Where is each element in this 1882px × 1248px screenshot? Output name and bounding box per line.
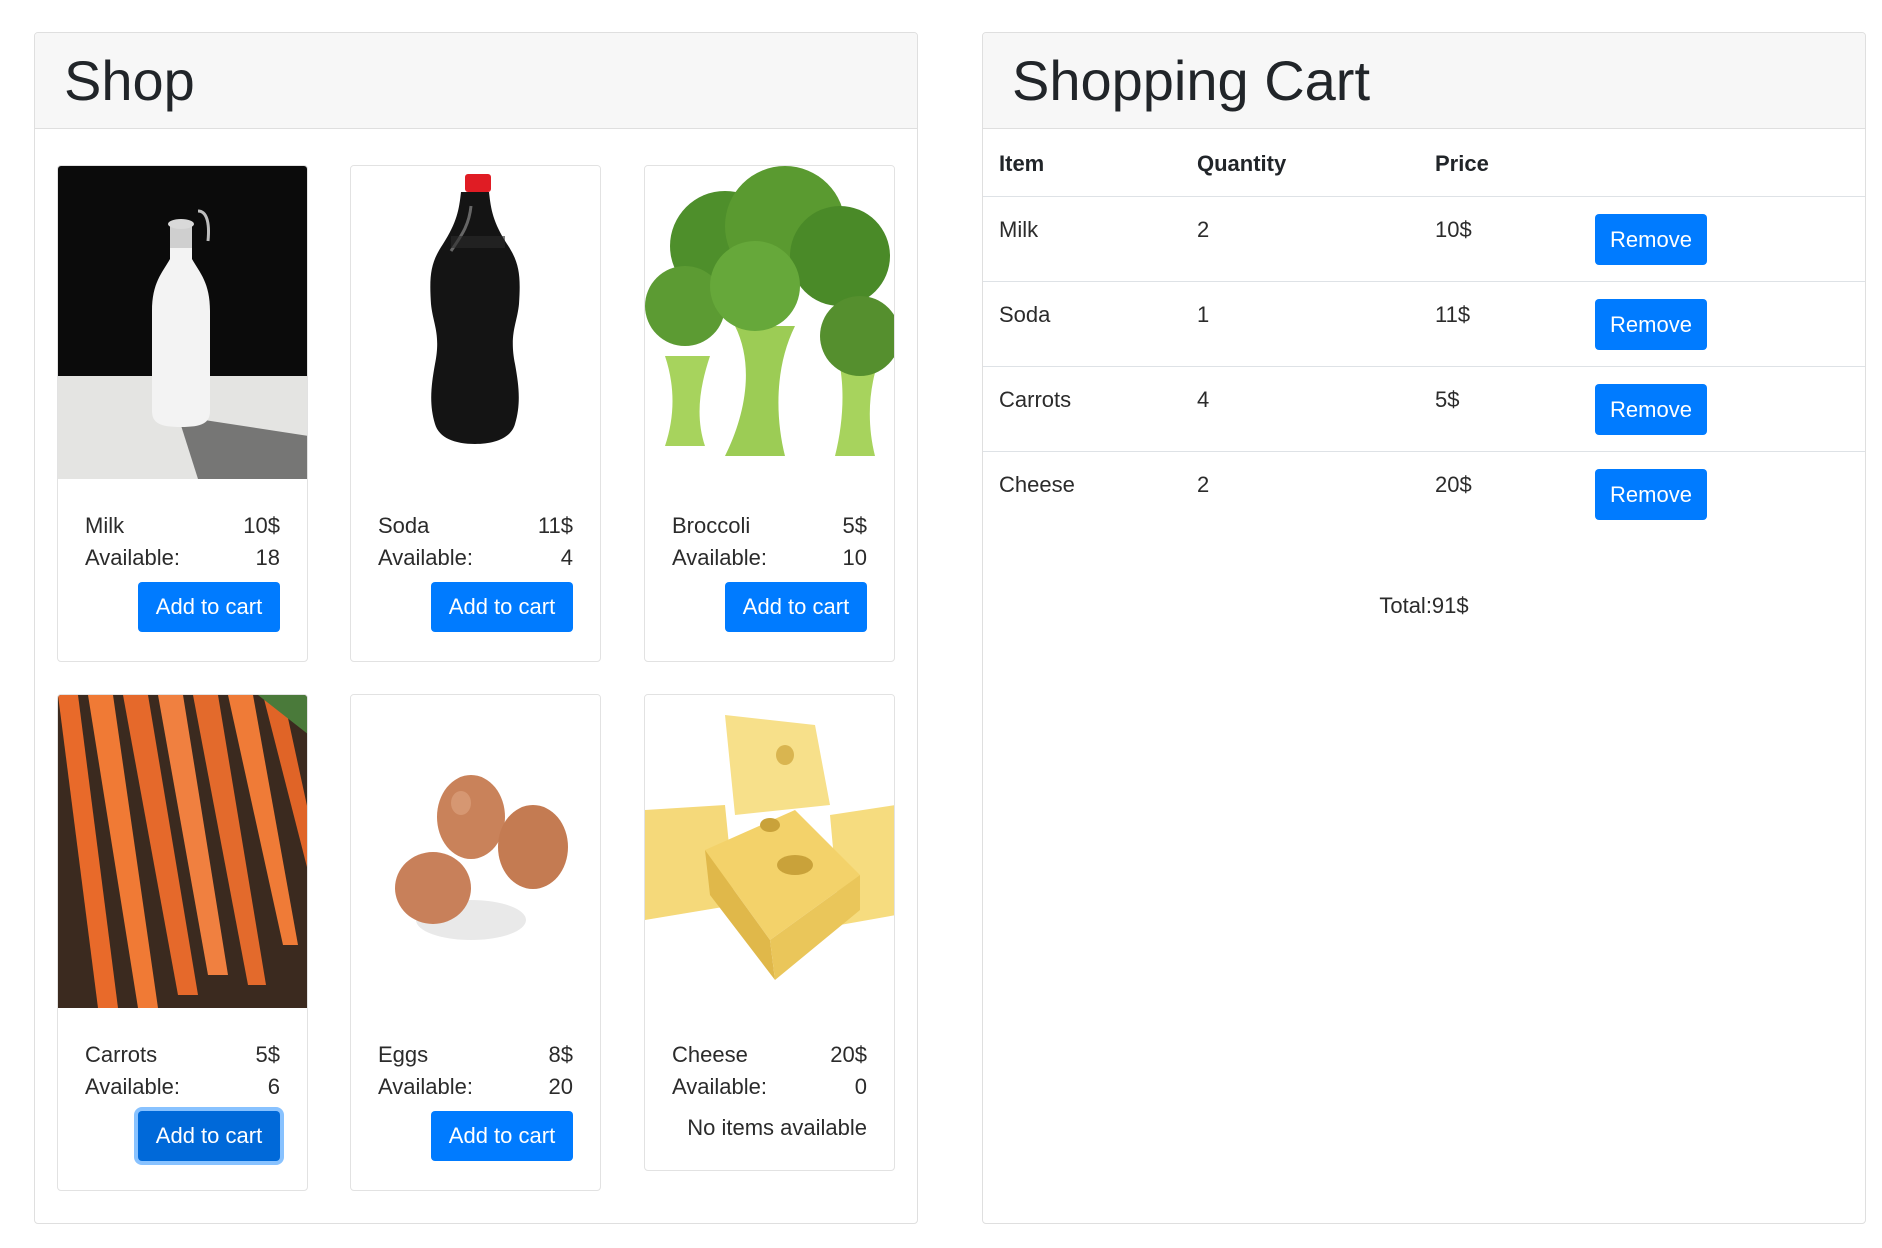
shop-title: Shop	[64, 49, 195, 112]
product-availability-row: Available: 20	[378, 1074, 573, 1104]
cart-item-name: Cheese	[999, 472, 1075, 497]
add-to-cart-button-carrots[interactable]: Add to cart	[138, 1111, 280, 1161]
cart-item-name: Milk	[999, 217, 1039, 242]
available-label: Available:	[85, 1074, 180, 1099]
remove-button-soda[interactable]: Remove	[1595, 299, 1707, 350]
cheese-image	[645, 695, 894, 1008]
cart-row: Carrots 4 5$ Remove	[983, 367, 1865, 452]
cart-total: Total:91$	[1379, 593, 1469, 618]
cart-row: Milk 2 10$ Remove	[983, 197, 1865, 282]
product-availability-row: Available: 4	[378, 545, 573, 575]
milk-bottle-image	[58, 166, 307, 479]
available-count: 10	[842, 545, 867, 570]
product-card-carrots: Carrots 5$ Available: 6 Add to cart	[57, 694, 308, 1191]
product-name-price-row: Cheese 20$	[672, 1042, 867, 1072]
remove-button-cheese[interactable]: Remove	[1595, 469, 1707, 520]
product-card-cheese: Cheese 20$ Available: 0 No items availab…	[644, 694, 895, 1171]
cart-item-price: 10$	[1435, 217, 1472, 242]
product-name-price-row: Soda 11$	[378, 513, 573, 543]
available-label: Available:	[672, 1074, 767, 1099]
shop-header: Shop	[35, 33, 917, 129]
cart-table-header: Item Quantity Price	[983, 129, 1865, 197]
cart-item-quantity: 4	[1197, 387, 1210, 412]
shop-panel: Shop Milk 10$ Available: 18 Add to cart	[34, 32, 918, 1224]
product-card-eggs: Eggs 8$ Available: 20 Add to cart	[350, 694, 601, 1191]
no-items-message: No items available	[687, 1115, 867, 1140]
product-card-broccoli: Broccoli 5$ Available: 10 Add to cart	[644, 165, 895, 662]
product-name-price-row: Broccoli 5$	[672, 513, 867, 543]
cart-table: Item Quantity Price Milk 2 10$ Remove So…	[983, 129, 1865, 536]
cart-item-quantity: 2	[1197, 472, 1210, 497]
cart-item-quantity: 1	[1197, 302, 1210, 327]
cart-item-price: 5$	[1435, 387, 1460, 412]
product-availability-row: Available: 6	[85, 1074, 280, 1104]
available-label: Available:	[672, 545, 767, 570]
product-name: Broccoli	[672, 513, 751, 538]
cart-item-price: 20$	[1435, 472, 1472, 497]
cart-row: Soda 1 11$ Remove	[983, 282, 1865, 367]
product-name-price-row: Carrots 5$	[85, 1042, 280, 1072]
product-name: Soda	[378, 513, 430, 538]
product-price: 11$	[537, 513, 573, 538]
product-price: 5$	[255, 1042, 280, 1067]
product-card-soda: Soda 11$ Available: 4 Add to cart	[350, 165, 601, 662]
available-label: Available:	[85, 545, 180, 570]
add-to-cart-button-broccoli[interactable]: Add to cart	[725, 582, 867, 632]
carrots-image	[58, 695, 307, 1008]
available-label: Available:	[378, 545, 473, 570]
add-to-cart-button-soda[interactable]: Add to cart	[431, 582, 573, 632]
product-name: Eggs	[378, 1042, 429, 1067]
available-label: Available:	[378, 1074, 473, 1099]
product-availability-row: Available: 0	[672, 1074, 867, 1104]
available-count: 6	[267, 1074, 280, 1099]
remove-button-carrots[interactable]: Remove	[1595, 384, 1707, 435]
cart-item-price: 11$	[1435, 302, 1471, 327]
product-name: Carrots	[85, 1042, 158, 1067]
cart-header: Shopping Cart	[983, 33, 1865, 129]
product-name: Cheese	[672, 1042, 748, 1067]
product-availability-row: Available: 10	[672, 545, 867, 575]
product-name: Milk	[85, 513, 125, 538]
add-to-cart-button-milk[interactable]: Add to cart	[138, 582, 280, 632]
available-count: 18	[255, 545, 280, 570]
column-header-quantity: Quantity	[1197, 151, 1287, 176]
product-price: 10$	[243, 513, 280, 538]
eggs-image	[351, 695, 600, 1008]
product-card-milk: Milk 10$ Available: 18 Add to cart	[57, 165, 308, 662]
cart-item-name: Carrots	[999, 387, 1072, 412]
product-name-price-row: Eggs 8$	[378, 1042, 573, 1072]
product-availability-row: Available: 18	[85, 545, 280, 575]
cart-title: Shopping Cart	[1012, 49, 1371, 112]
broccoli-image	[645, 166, 894, 479]
cart-item-quantity: 2	[1197, 217, 1210, 242]
cart-row: Cheese 2 20$ Remove	[983, 452, 1865, 536]
available-count: 20	[548, 1074, 573, 1099]
cart-item-name: Soda	[999, 302, 1051, 327]
product-price: 8$	[548, 1042, 573, 1067]
product-price: 20$	[830, 1042, 867, 1067]
remove-button-milk[interactable]: Remove	[1595, 214, 1707, 265]
available-count: 0	[854, 1074, 867, 1099]
add-to-cart-button-eggs[interactable]: Add to cart	[431, 1111, 573, 1161]
cart-panel: Shopping Cart Item Quantity Price Milk 2…	[982, 32, 1866, 1224]
soda-bottle-image	[351, 166, 600, 479]
column-header-item: Item	[999, 151, 1045, 176]
product-price: 5$	[842, 513, 867, 538]
product-name-price-row: Milk 10$	[85, 513, 280, 543]
column-header-price: Price	[1435, 151, 1489, 176]
available-count: 4	[560, 545, 573, 570]
